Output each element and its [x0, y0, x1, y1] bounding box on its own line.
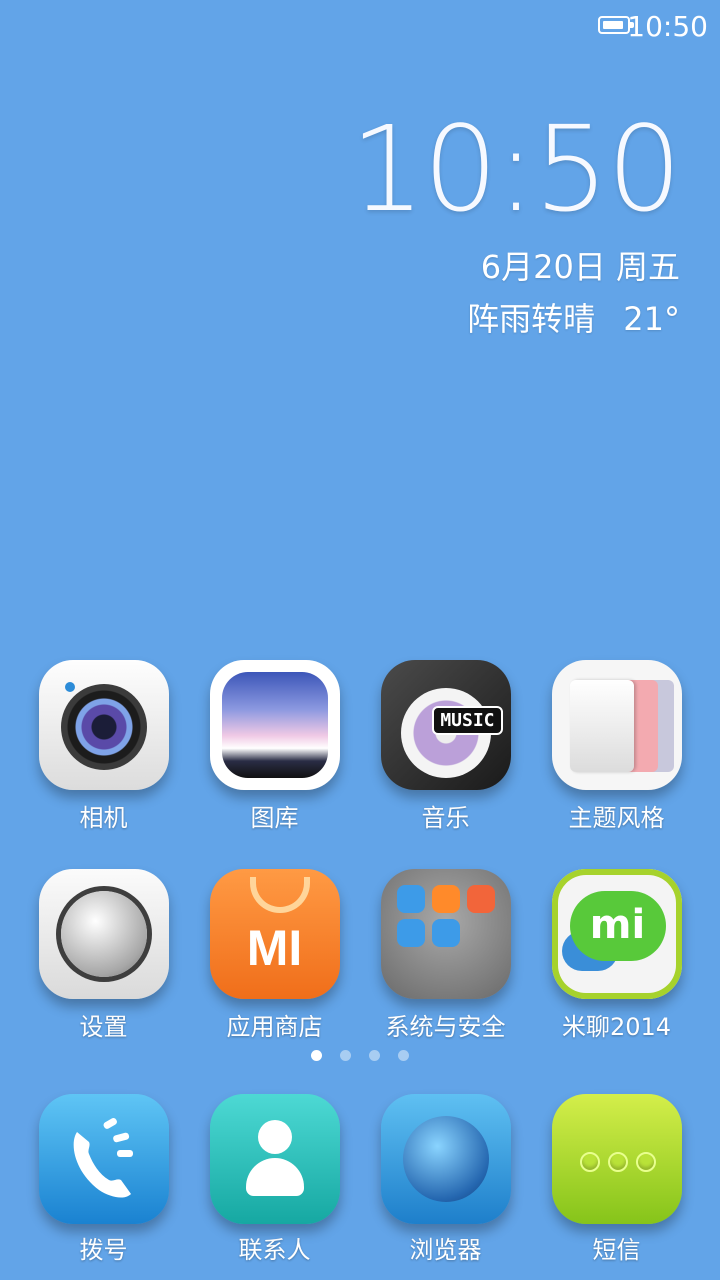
clock-widget[interactable]: 10:50 6月20日 周五 阵雨转晴 21°: [349, 100, 682, 340]
app-label: 图库: [250, 804, 299, 832]
message-dots-icon: [551, 1094, 682, 1224]
app-label: 设置: [79, 1013, 128, 1041]
app-label: 应用商店: [226, 1013, 323, 1041]
app-themes[interactable]: 主题风格: [531, 660, 702, 833]
clock-date: 6月20日 周五: [480, 248, 680, 286]
clock-time: 10:50: [349, 100, 682, 238]
gallery-icon: [209, 660, 340, 790]
dock-label: 浏览器: [409, 1236, 482, 1264]
page-dot[interactable]: [311, 1050, 322, 1061]
app-label: 音乐: [421, 804, 470, 832]
music-badge: MUSIC: [432, 706, 503, 735]
folder-icon: [380, 869, 511, 999]
app-label: 系统与安全: [385, 1013, 506, 1041]
status-time: 10:50: [627, 10, 708, 43]
weather-condition: 阵雨转晴: [467, 300, 596, 338]
app-music[interactable]: MUSIC 音乐: [360, 660, 531, 833]
app-folder-system-security[interactable]: 系统与安全: [360, 869, 531, 1042]
chat-bubble-icon: mi: [551, 869, 682, 999]
phone-icon: [38, 1094, 169, 1224]
wardrobe-icon: [551, 660, 682, 790]
page-dot[interactable]: [369, 1050, 380, 1061]
page-indicator[interactable]: [0, 1050, 720, 1061]
dock-label: 拨号: [79, 1236, 128, 1264]
settings-knob-icon: [38, 869, 169, 999]
app-miliao[interactable]: mi 米聊2014: [531, 869, 702, 1042]
app-camera[interactable]: 相机: [18, 660, 189, 833]
page-dot[interactable]: [340, 1050, 351, 1061]
app-store[interactable]: MI 应用商店: [189, 869, 360, 1042]
dock-contacts[interactable]: 联系人: [189, 1094, 360, 1265]
weather-line: 阵雨转晴 21°: [350, 294, 680, 340]
app-gallery[interactable]: 图库: [189, 660, 360, 833]
dock-dialer[interactable]: 拨号: [18, 1094, 189, 1265]
app-settings[interactable]: 设置: [18, 869, 189, 1042]
dock: 拨号 联系人 浏览器 短信: [18, 1094, 702, 1265]
page-dot[interactable]: [398, 1050, 409, 1061]
music-icon: MUSIC: [380, 660, 511, 790]
dock-label: 短信: [592, 1236, 641, 1264]
app-grid: 相机 图库 MUSIC 音乐 主题风格 设置 MI 应用商店 系统与安全 mi …: [18, 660, 702, 1042]
miliao-badge: mi: [569, 891, 666, 961]
status-bar: 10:50: [0, 0, 720, 54]
app-label: 米聊2014: [561, 1013, 672, 1041]
camera-icon: [38, 660, 169, 790]
weather-temperature: 21°: [623, 300, 680, 338]
dock-label: 联系人: [238, 1236, 311, 1264]
shopping-bag-icon: MI: [209, 869, 340, 999]
store-badge: MI: [246, 920, 303, 976]
globe-icon: [380, 1094, 511, 1224]
app-label: 相机: [79, 804, 128, 832]
battery-icon: [598, 16, 634, 34]
app-label: 主题风格: [568, 804, 665, 832]
contacts-icon: [209, 1094, 340, 1224]
dock-messages[interactable]: 短信: [531, 1094, 702, 1265]
dock-browser[interactable]: 浏览器: [360, 1094, 531, 1265]
